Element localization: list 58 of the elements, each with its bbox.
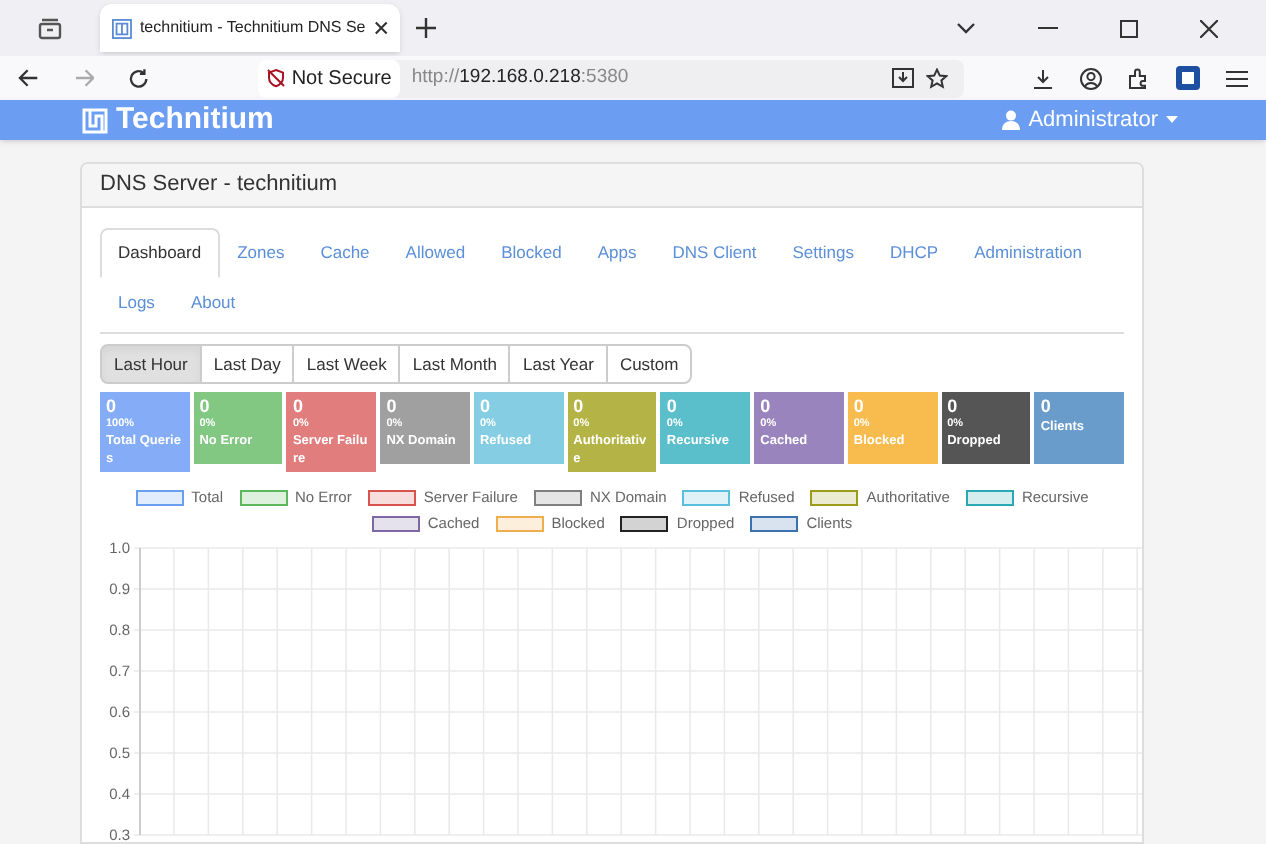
nav-tab[interactable]: Blocked xyxy=(483,228,580,278)
reload-icon[interactable] xyxy=(128,67,150,89)
menu-icon[interactable] xyxy=(1226,69,1249,87)
stat-value: 0 xyxy=(666,396,679,418)
nav-tab[interactable]: Zones xyxy=(219,228,303,278)
new-tab-icon[interactable] xyxy=(416,18,436,38)
nav-tab[interactable]: Settings xyxy=(774,228,872,278)
user-menu[interactable]: Administrator xyxy=(1002,103,1178,137)
bookmark-star-icon[interactable] xyxy=(926,67,949,89)
minimize-icon[interactable] xyxy=(1038,26,1058,30)
extensions-icon[interactable] xyxy=(1128,67,1151,89)
tab-list-icon[interactable] xyxy=(38,17,62,39)
stat-value: 0 xyxy=(106,396,119,418)
stat-value: 0 xyxy=(479,396,492,418)
chevron-down-icon[interactable] xyxy=(956,22,976,34)
stat-value: 0 xyxy=(386,396,399,418)
time-range-button[interactable]: Last Year xyxy=(508,344,608,384)
stat-value: 0 xyxy=(853,396,866,418)
extension-icon[interactable] xyxy=(1176,66,1201,90)
reader-view-icon[interactable] xyxy=(892,68,915,88)
time-range-button[interactable]: Last Day xyxy=(199,344,295,384)
time-range-button[interactable]: Custom xyxy=(605,344,693,384)
nav-tab[interactable]: Allowed xyxy=(387,228,484,278)
stat-value: 0 xyxy=(573,396,586,418)
browser-tab[interactable]: technitium - Technitium DNS Se xyxy=(100,4,400,52)
nav-tab[interactable]: About xyxy=(172,278,254,328)
time-range-button[interactable]: Last Hour xyxy=(100,344,202,384)
nav-tab[interactable]: DNS Client xyxy=(654,228,775,278)
nav-tab[interactable]: Cache xyxy=(302,228,388,278)
url-text: http://192.168.0.218:5380 xyxy=(411,63,631,92)
time-range-button[interactable]: Last Week xyxy=(292,344,401,384)
stat-value: 0 xyxy=(760,396,773,418)
nav-tab[interactable]: Administration xyxy=(956,228,1100,278)
logo-icon xyxy=(82,107,108,133)
caret-icon xyxy=(1166,116,1178,124)
nav-tab[interactable]: Logs xyxy=(100,278,173,328)
address-bar[interactable]: Not Secure http://192.168.0.218:5380 xyxy=(257,59,965,97)
close-icon[interactable] xyxy=(1200,19,1218,37)
time-range-button[interactable]: Last Month xyxy=(398,344,511,384)
stat-value: 0 xyxy=(292,396,305,418)
close-icon[interactable] xyxy=(373,20,388,36)
favicon-icon xyxy=(112,17,132,39)
download-icon[interactable] xyxy=(1032,67,1055,89)
back-icon[interactable] xyxy=(18,68,40,88)
panel-title: DNS Server - technitium xyxy=(100,170,338,201)
maximize-icon[interactable] xyxy=(1120,19,1138,37)
stat-value: 0 xyxy=(947,396,960,418)
nav-tab[interactable]: DHCP xyxy=(871,228,957,278)
stat-value: 0 xyxy=(199,396,212,418)
not-secure-icon xyxy=(265,68,286,88)
security-indicator[interactable]: Not Secure xyxy=(257,59,400,97)
nav-tab[interactable]: Apps xyxy=(579,228,655,278)
stat-value: 0 xyxy=(1040,396,1053,418)
nav-tab[interactable]: Dashboard xyxy=(100,228,220,278)
account-icon[interactable] xyxy=(1080,67,1103,89)
tab-title: technitium - Technitium DNS Se xyxy=(139,16,366,40)
user-icon xyxy=(1002,110,1021,130)
brand-name[interactable]: Technitium xyxy=(116,97,274,143)
